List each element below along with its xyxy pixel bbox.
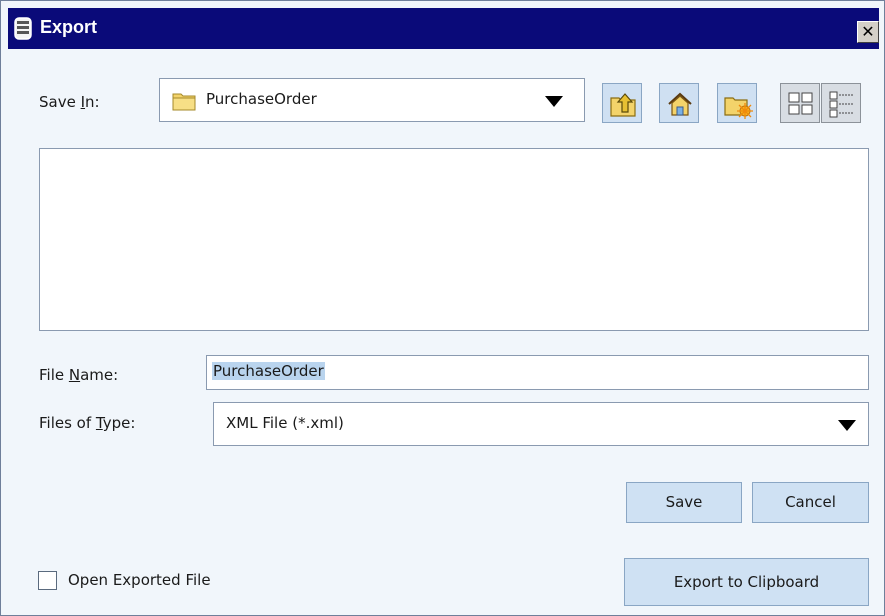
save-button[interactable]: Save xyxy=(626,482,742,523)
save-in-label: Save In: xyxy=(39,93,100,111)
new-folder-button[interactable] xyxy=(717,83,757,123)
details-view-button[interactable] xyxy=(821,83,861,123)
up-one-level-button[interactable] xyxy=(602,83,642,123)
file-type-value: XML File (*.xml) xyxy=(226,414,344,432)
folder-icon xyxy=(172,93,196,111)
file-name-value: PurchaseOrder xyxy=(212,362,325,380)
file-name-input[interactable]: PurchaseOrder xyxy=(206,355,869,390)
file-type-label: Files of Type: xyxy=(39,414,136,432)
open-exported-label[interactable]: Open Exported File xyxy=(68,571,211,589)
file-name-label: File Name: xyxy=(39,366,119,384)
close-icon: ✕ xyxy=(861,22,875,41)
save-in-dropdown[interactable]: PurchaseOrder xyxy=(159,78,585,122)
new-folder-icon xyxy=(724,97,753,119)
export-app-icon xyxy=(14,17,32,40)
title-bar[interactable]: Export ✕ xyxy=(8,8,879,49)
file-type-dropdown[interactable]: XML File (*.xml) xyxy=(213,402,869,446)
details-view-icon xyxy=(829,91,854,118)
list-view-icon xyxy=(788,92,813,115)
file-list-pane[interactable] xyxy=(39,148,869,331)
home-button[interactable] xyxy=(659,83,699,123)
save-in-value: PurchaseOrder xyxy=(206,90,317,108)
dialog-title: Export xyxy=(40,17,98,37)
cancel-button[interactable]: Cancel xyxy=(752,482,869,523)
list-view-button[interactable] xyxy=(780,83,820,123)
export-to-clipboard-button[interactable]: Export to Clipboard xyxy=(624,558,869,606)
folder-up-icon xyxy=(610,93,636,117)
open-exported-checkbox[interactable] xyxy=(38,571,57,590)
chevron-down-icon xyxy=(838,420,856,431)
home-icon xyxy=(668,92,692,116)
close-button[interactable]: ✕ xyxy=(857,21,879,43)
export-dialog: Export ✕ Save In: PurchaseOrder File Nam… xyxy=(0,0,885,616)
chevron-down-icon xyxy=(545,96,563,107)
